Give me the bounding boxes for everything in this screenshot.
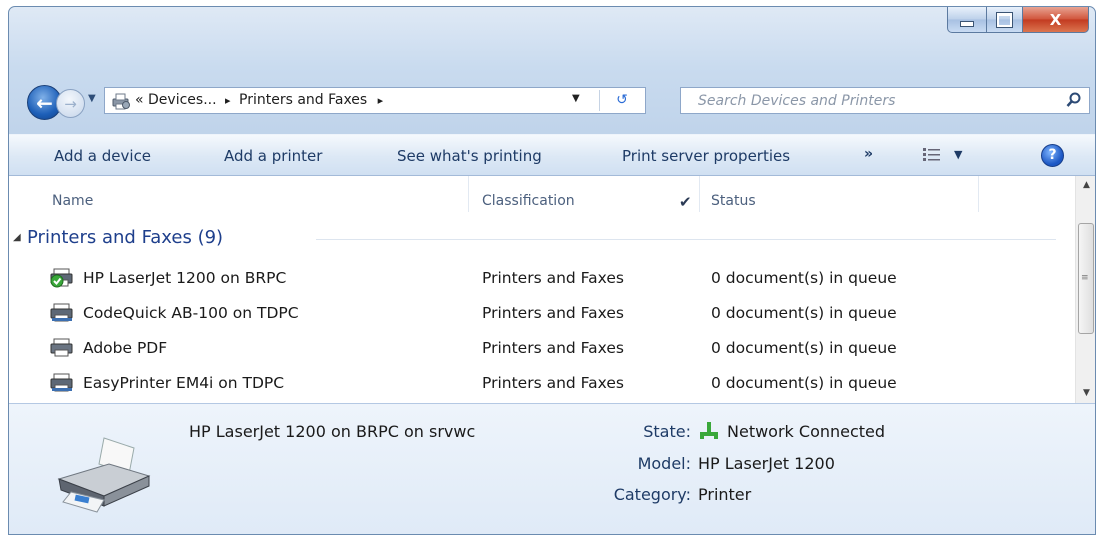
column-header-row: Name Classification ✔ Status <box>9 176 1075 212</box>
vertical-scrollbar[interactable]: ▲ ≡ ▼ <box>1075 176 1095 403</box>
search-placeholder: Search Devices and Printers <box>698 93 896 109</box>
devices-and-printers-icon <box>111 92 131 114</box>
scrollbar-grip-icon: ≡ <box>1081 273 1089 283</box>
state-label: State: <box>643 422 691 441</box>
breadcrumb-separator-end[interactable]: ▸ <box>378 94 384 107</box>
list-item[interactable]: Adobe PDF Printers and Faxes 0 document(… <box>9 331 1075 365</box>
search-box[interactable]: Search Devices and Printers <box>680 87 1090 114</box>
category-value: Printer <box>698 485 752 504</box>
group-divider-line <box>316 239 1056 240</box>
search-icon[interactable] <box>1066 92 1082 112</box>
devices-and-printers-window: X ← → ▼ « Devices... ▸ Printers and Faxe… <box>8 6 1096 535</box>
breadcrumb-separator[interactable]: ▸ <box>225 94 231 107</box>
printer-classification: Printers and Faxes <box>482 374 624 392</box>
printer-status: 0 document(s) in queue <box>711 269 897 287</box>
category-label: Category: <box>613 485 691 504</box>
printer-status: 0 document(s) in queue <box>711 304 897 322</box>
column-divider[interactable] <box>699 176 700 212</box>
network-connected-icon <box>699 422 719 444</box>
group-collapse-icon[interactable]: ◢ <box>13 232 21 243</box>
forward-arrow-icon: → <box>64 94 77 113</box>
close-button[interactable]: X <box>1023 7 1089 33</box>
network-printer-icon <box>49 372 75 394</box>
breadcrumb-overflow[interactable]: « <box>135 92 144 108</box>
minimize-icon <box>960 20 974 27</box>
details-pane: HP LaserJet 1200 on BRPC on srvwc State:… <box>9 403 1095 534</box>
help-button[interactable]: ? <box>1041 144 1064 167</box>
state-value: Network Connected <box>727 422 886 441</box>
list-item[interactable]: CodeQuick AB-100 on TDPC Printers and Fa… <box>9 296 1075 330</box>
back-arrow-icon: ← <box>36 90 53 115</box>
command-toolbar: Add a device Add a printer See what's pr… <box>9 134 1095 176</box>
model-label: Model: <box>637 454 691 473</box>
scroll-down-arrow-icon[interactable]: ▼ <box>1076 388 1095 398</box>
breadcrumb-printers-and-faxes[interactable]: Printers and Faxes <box>239 92 367 108</box>
see-whats-printing-button[interactable]: See what's printing <box>397 147 542 165</box>
column-name[interactable]: Name <box>52 193 93 209</box>
column-classification[interactable]: Classification <box>482 193 575 209</box>
maximize-icon <box>996 11 1013 28</box>
column-divider[interactable] <box>978 176 979 212</box>
address-bar[interactable]: « Devices... ▸ Printers and Faxes ▸ ▼ ↺ <box>104 87 646 114</box>
add-printer-button[interactable]: Add a printer <box>224 147 322 165</box>
printer-name: CodeQuick AB-100 on TDPC <box>83 304 299 322</box>
printer-status: 0 document(s) in queue <box>711 374 897 392</box>
group-header-printers-and-faxes[interactable]: Printers and Faxes (9) <box>27 227 223 248</box>
selected-device-title: HP LaserJet 1200 on BRPC on srvwc <box>189 422 476 441</box>
list-item[interactable]: HP LaserJet 1200 on BRPC Printers and Fa… <box>9 261 1075 295</box>
recent-pages-dropdown[interactable]: ▼ <box>88 93 96 104</box>
view-options-dropdown-icon[interactable]: ▼ <box>954 148 962 161</box>
navigation-bar: ← → ▼ « Devices... ▸ Printers and Faxes … <box>9 83 1095 120</box>
more-commands-button[interactable]: » <box>864 146 873 162</box>
refresh-button[interactable]: ↺ <box>599 90 644 111</box>
change-view-button[interactable] <box>923 148 941 166</box>
printer-name: EasyPrinter EM4i on TDPC <box>83 374 285 392</box>
print-server-properties-button[interactable]: Print server properties <box>622 147 790 165</box>
network-printer-icon <box>49 302 75 324</box>
help-icon: ? <box>1048 147 1057 163</box>
column-divider[interactable] <box>468 176 469 212</box>
printer-classification: Printers and Faxes <box>482 269 624 287</box>
printer-name: Adobe PDF <box>83 339 168 357</box>
refresh-icon: ↺ <box>616 92 628 108</box>
close-icon: X <box>1049 10 1062 29</box>
maximize-button[interactable] <box>987 7 1023 33</box>
minimize-button[interactable] <box>947 7 987 33</box>
forward-button[interactable]: → <box>56 89 85 118</box>
network-printer-default-icon <box>49 267 75 289</box>
add-device-button[interactable]: Add a device <box>54 147 151 165</box>
printer-large-icon <box>49 434 159 518</box>
printer-status: 0 document(s) in queue <box>711 339 897 357</box>
printer-classification: Printers and Faxes <box>482 339 624 357</box>
breadcrumb-devices[interactable]: Devices... <box>148 92 217 108</box>
printer-classification: Printers and Faxes <box>482 304 624 322</box>
printer-list: Name Classification ✔ Status ◢ Printers … <box>9 176 1075 403</box>
caption-buttons: X <box>947 7 1089 35</box>
column-status[interactable]: Status <box>711 193 756 209</box>
model-value: HP LaserJet 1200 <box>698 454 835 473</box>
printer-icon <box>49 337 75 359</box>
scroll-up-arrow-icon[interactable]: ▲ <box>1076 180 1095 190</box>
list-item[interactable]: EasyPrinter EM4i on TDPC Printers and Fa… <box>9 366 1075 400</box>
address-dropdown-icon[interactable]: ▼ <box>572 93 580 104</box>
printer-name: HP LaserJet 1200 on BRPC <box>83 269 287 287</box>
breadcrumb: « Devices... ▸ Printers and Faxes ▸ <box>135 92 383 108</box>
details-view-icon <box>923 148 940 161</box>
sort-check-icon: ✔ <box>679 193 692 211</box>
